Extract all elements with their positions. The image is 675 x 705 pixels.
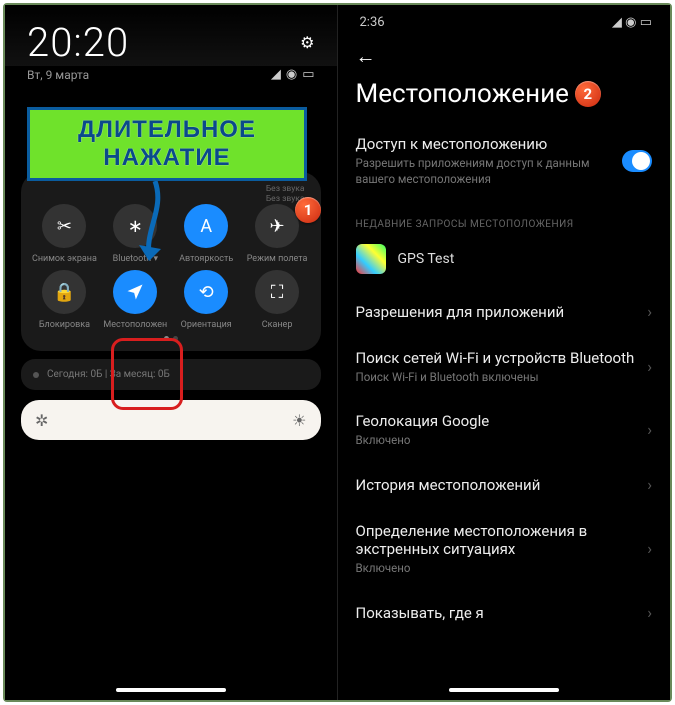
clock-right: 2:36 bbox=[360, 15, 385, 30]
clock: 20:20 bbox=[27, 19, 129, 66]
row-wifi-bt-scan[interactable]: Поиск сетей Wi-Fi и устройств Bluetooth … bbox=[338, 335, 671, 398]
section-recent-requests: НЕДАВНИЕ ЗАПРОСЫ МЕСТОПОЛОЖЕНИЯ bbox=[338, 197, 671, 238]
callout-line1: ДЛИТЕЛЬНОЕ bbox=[78, 116, 256, 144]
airplane-icon: ✈ bbox=[255, 204, 299, 248]
chevron-right-icon: › bbox=[647, 302, 652, 321]
callout-long-press: ДЛИТЕЛЬНОЕ НАЖАТИЕ bbox=[27, 107, 307, 181]
page-title: Местоположение 2 bbox=[338, 73, 671, 125]
orientation-icon: ⟲ bbox=[184, 270, 228, 314]
settings-gear-icon[interactable]: ⚙ bbox=[300, 33, 314, 52]
phone-location-settings: 2:36 ◢ ◉ ▭ ← Местоположение 2 Доступ к м… bbox=[338, 5, 671, 700]
toggle-switch[interactable] bbox=[622, 150, 652, 172]
chevron-right-icon: › bbox=[647, 539, 652, 558]
location-access-toggle-row[interactable]: Доступ к местоположению Разрешить прилож… bbox=[338, 125, 671, 197]
chevron-right-icon: › bbox=[647, 357, 652, 376]
row-show-where-i-am[interactable]: Показывать, где я › bbox=[338, 589, 671, 636]
auto-brightness-icon: A bbox=[184, 204, 228, 248]
status-bar-left: 20:20 ⚙ bbox=[5, 5, 337, 66]
access-title: Доступ к местоположению bbox=[356, 135, 622, 153]
nav-handle[interactable] bbox=[116, 688, 226, 692]
gps-test-app-icon bbox=[356, 244, 386, 274]
tile-location[interactable]: Местоположен bbox=[101, 270, 169, 330]
status-bar-right: 2:36 ◢ ◉ ▭ bbox=[338, 5, 671, 36]
arrow-icon bbox=[135, 179, 175, 269]
tile-scanner[interactable]: ⛶ Сканер bbox=[243, 270, 311, 330]
battery-icon: ▭ bbox=[302, 67, 314, 82]
back-button[interactable]: ← bbox=[338, 36, 671, 73]
tile-lock[interactable]: 🔒 Блокировка bbox=[30, 270, 98, 330]
dot-icon bbox=[33, 372, 39, 378]
callout-line2: НАЖАТИЕ bbox=[103, 144, 230, 172]
app-label: GPS Test bbox=[398, 251, 455, 267]
signal-icon: ◢ bbox=[271, 67, 281, 82]
title-text: Местоположение bbox=[356, 79, 569, 109]
chevron-right-icon: › bbox=[647, 420, 652, 439]
recent-app-row[interactable]: GPS Test bbox=[338, 238, 671, 288]
lock-icon: 🔒 bbox=[42, 270, 86, 314]
tile-orientation[interactable]: ⟲ Ориентация bbox=[172, 270, 240, 330]
chevron-right-icon: › bbox=[647, 475, 652, 494]
nav-handle[interactable] bbox=[449, 688, 559, 692]
sun-dim-icon: ✲ bbox=[35, 411, 48, 430]
status-icons-right: ◢ ◉ ▭ bbox=[612, 15, 652, 30]
tiles-row-2: 🔒 Блокировка Местоположен ⟲ Ориентация ⛶… bbox=[29, 270, 313, 330]
wifi-icon: ◉ bbox=[286, 67, 297, 82]
phone-quick-settings: 20:20 ⚙ Вт, 9 марта ◢ ◉ ▭ ДЛИТЕЛЬНОЕ НАЖ… bbox=[5, 5, 338, 700]
location-icon bbox=[113, 270, 157, 314]
tile-auto-brightness[interactable]: A Автояркость bbox=[172, 204, 240, 264]
tile-screenshot[interactable]: ✂ Снимок экрана bbox=[30, 204, 98, 264]
chevron-right-icon: › bbox=[647, 603, 652, 622]
row-emergency-location[interactable]: Определение местоположения в экстренных … bbox=[338, 508, 671, 589]
row-google-location[interactable]: Геолокация Google Включено › bbox=[338, 398, 671, 461]
row-location-history[interactable]: История местоположений › bbox=[338, 461, 671, 508]
status-icons-left: ◢ ◉ ▭ bbox=[271, 67, 315, 82]
step-badge-2: 2 bbox=[575, 81, 601, 107]
row-app-permissions[interactable]: Разрешения для приложений › bbox=[338, 288, 671, 335]
step-badge-1: 1 bbox=[295, 197, 321, 223]
scissors-icon: ✂ bbox=[42, 204, 86, 248]
highlight-location-tile bbox=[111, 338, 183, 410]
sun-bright-icon: ☀ bbox=[292, 411, 306, 430]
scanner-icon: ⛶ bbox=[255, 270, 299, 314]
access-sub: Разрешить приложениям доступ к данным ва… bbox=[356, 155, 622, 187]
